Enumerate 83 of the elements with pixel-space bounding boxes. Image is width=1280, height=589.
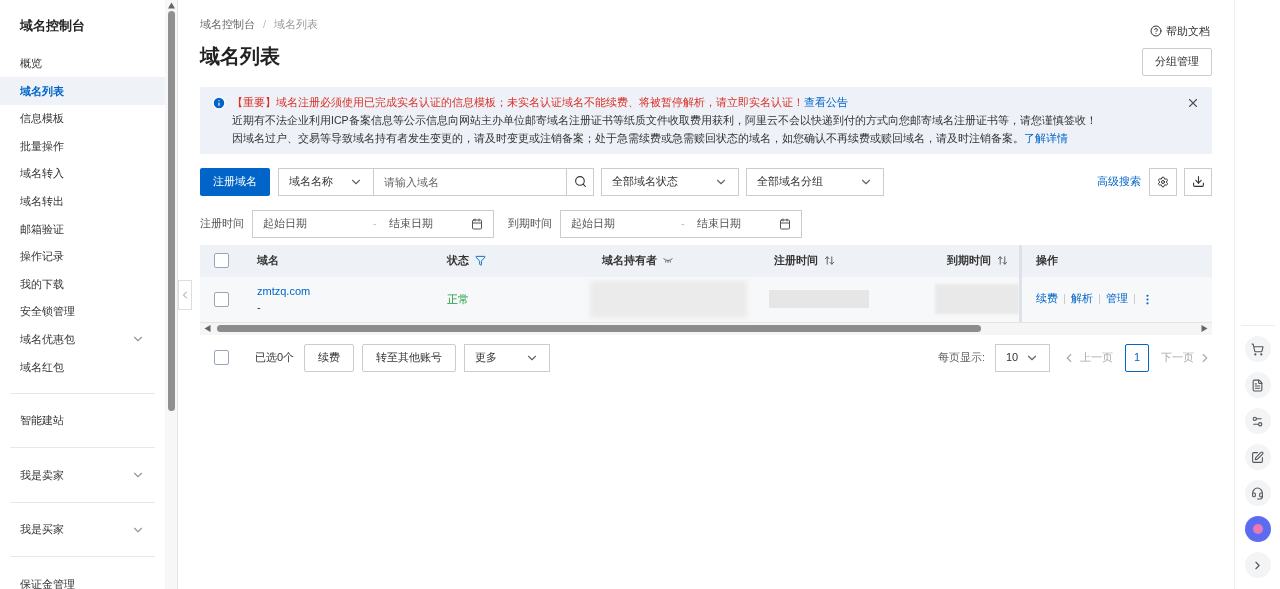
- sidebar-item[interactable]: 域名转出: [0, 187, 166, 216]
- page-size-label: 每页显示:: [937, 350, 985, 366]
- sidebar-item[interactable]: 保证金管理: [10, 570, 156, 589]
- column-header: 操作: [1035, 252, 1059, 268]
- sidebar-item[interactable]: 安全锁管理: [0, 297, 166, 326]
- column-header: 注册时间: [762, 252, 935, 269]
- checkbox[interactable]: [214, 291, 229, 307]
- scrollbar[interactable]: [165, 0, 177, 589]
- page-button[interactable]: 1: [1125, 343, 1149, 372]
- notice-text: 因域名过户、交易等导致域名持有者发生变更的，请及时变更或注销备案；处于急需续费或急需赎回状态的域名，如您确认不再续费或赎回域名，请及时注销备案。了解详情: [232, 130, 1069, 146]
- info-icon: [212, 95, 226, 110]
- date-filter-label: 注册时间: [200, 216, 244, 232]
- sidebar-item[interactable]: 域名列表: [0, 77, 166, 105]
- download-button[interactable]: [1184, 167, 1212, 196]
- sidebar-item[interactable]: 概览: [0, 49, 166, 78]
- column-header: 状态: [435, 252, 590, 269]
- assistant-icon[interactable]: [1244, 516, 1271, 542]
- sort-icon[interactable]: [824, 255, 835, 266]
- notice-text: 近期有不法企业利用ICP备案信息等公示信息向网站主办单位邮寄域名注册证书等纸质文件收取费用获利，阿里云不会以快递到付的方式向您邮寄域名注册证书等，请您谨慎签收！: [232, 112, 1097, 128]
- date-filter-label: 到期时间: [508, 216, 552, 232]
- row-action-link[interactable]: 管理: [1106, 291, 1128, 307]
- eye-closed-icon[interactable]: [663, 258, 673, 263]
- sidebar-title: 域名控制台: [18, 17, 86, 35]
- checkbox[interactable]: [214, 350, 229, 365]
- group-manage-button[interactable]: 分组管理: [1142, 47, 1212, 76]
- batch-action-button[interactable]: 转至其他账号: [362, 343, 457, 372]
- register-domain-button[interactable]: 注册域名: [200, 167, 270, 196]
- column-header: 域名持有者: [590, 252, 762, 269]
- sidebar-item[interactable]: 域名转入: [0, 159, 166, 188]
- search-button[interactable]: [566, 167, 594, 196]
- sidebar-item[interactable]: 我是买家: [10, 515, 156, 544]
- sidebar-item[interactable]: 我是卖家: [10, 461, 156, 489]
- cart-icon[interactable]: [1244, 336, 1271, 362]
- calendar-icon: [779, 217, 791, 230]
- page-title: 域名列表: [200, 43, 281, 69]
- filter-icon[interactable]: [475, 255, 486, 266]
- checkbox[interactable]: [214, 253, 229, 268]
- search-icon: [573, 175, 587, 188]
- help-link[interactable]: 帮助文档: [1150, 23, 1210, 40]
- sidebar-item[interactable]: 信息模板: [0, 104, 166, 133]
- document-icon[interactable]: [1244, 372, 1271, 398]
- calendar-icon: [471, 217, 483, 230]
- notice-link[interactable]: 查看公告: [804, 95, 848, 108]
- sidebar-item[interactable]: 邮箱验证: [0, 215, 166, 243]
- sidebar-item[interactable]: 批量操作: [0, 132, 166, 160]
- selected-count: 已选0个: [255, 350, 295, 366]
- download-icon: [1191, 175, 1205, 188]
- row-action-link[interactable]: 续费: [1036, 291, 1058, 307]
- breadcrumb-item[interactable]: 域名控制台: [200, 16, 255, 33]
- advanced-search-link[interactable]: 高级搜索: [1097, 173, 1141, 190]
- more-select[interactable]: 更多: [464, 343, 551, 372]
- sidebar-item[interactable]: 操作记录: [0, 242, 166, 271]
- domain-link[interactable]: zmtzq.com: [257, 282, 435, 299]
- breadcrumb-item: 域名列表: [274, 17, 319, 32]
- sort-icon[interactable]: [997, 255, 1008, 266]
- domain-note: -: [257, 300, 262, 315]
- help-icon: [1150, 25, 1162, 38]
- sidebar-item[interactable]: 智能建站: [10, 406, 156, 435]
- sliders-icon[interactable]: [1244, 408, 1271, 434]
- breadcrumb-separator: /: [263, 17, 267, 32]
- settings-icon: [1157, 175, 1169, 188]
- status-text: 正常: [446, 291, 470, 307]
- column-header: 域名: [256, 252, 280, 268]
- settings-button[interactable]: [1149, 167, 1177, 196]
- sidebar-item[interactable]: 域名优惠包: [0, 325, 166, 354]
- search-field[interactable]: 请输入域名: [374, 167, 566, 196]
- group-select[interactable]: 全部域名分组: [746, 167, 884, 196]
- notice-text: 【重要】域名注册必须使用已完成实名认证的信息模板；未实名认证域名不能续费、将被暂停解析，请立即实名认证！查看公告: [232, 94, 849, 110]
- edit-icon[interactable]: [1244, 444, 1271, 470]
- status-select[interactable]: 全部域名状态: [601, 167, 739, 196]
- scroll-right-icon[interactable]: [1201, 325, 1208, 332]
- date-range-field[interactable]: 起始日期 - 结束日期: [252, 209, 494, 238]
- scroll-left-icon[interactable]: [204, 325, 211, 332]
- sidebar-item[interactable]: 域名红包: [0, 353, 166, 381]
- search-type-select[interactable]: 域名名称: [278, 167, 374, 196]
- headset-icon[interactable]: [1244, 480, 1271, 506]
- sidebar-item[interactable]: 我的下载: [0, 270, 166, 298]
- date-range-field[interactable]: 起始日期 - 结束日期: [560, 209, 802, 238]
- scroll-up-icon[interactable]: [167, 2, 175, 9]
- batch-action-button[interactable]: 续费: [304, 343, 355, 372]
- page-size-select[interactable]: 10: [995, 343, 1050, 372]
- notice-link[interactable]: 了解详情: [1024, 131, 1068, 144]
- row-action-link[interactable]: 解析: [1071, 291, 1093, 307]
